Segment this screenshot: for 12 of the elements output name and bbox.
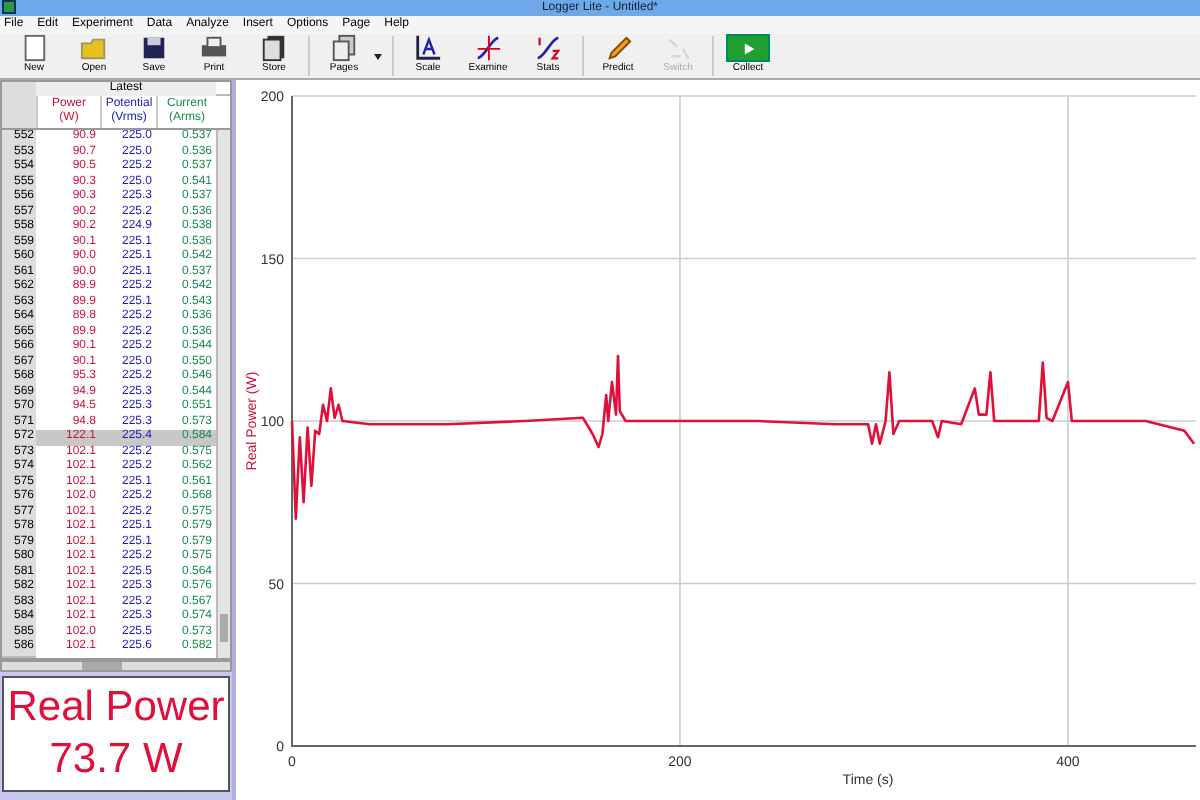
meter-reading: 73.7 W — [49, 734, 183, 786]
stacked-pages-icon — [260, 34, 288, 62]
meter-label: Real Power — [7, 682, 225, 734]
horizontal-scrollbar[interactable] — [0, 660, 232, 672]
dropdown-caret-icon[interactable] — [374, 53, 382, 59]
scale-axes-icon — [414, 34, 442, 62]
table-corner — [2, 82, 36, 96]
curve-crosshair-icon — [474, 34, 502, 62]
row-header-corner — [2, 96, 36, 128]
app-icon — [2, 0, 16, 14]
vertical-scrollbar[interactable] — [216, 130, 230, 658]
fraction-curve-icon — [534, 34, 562, 62]
